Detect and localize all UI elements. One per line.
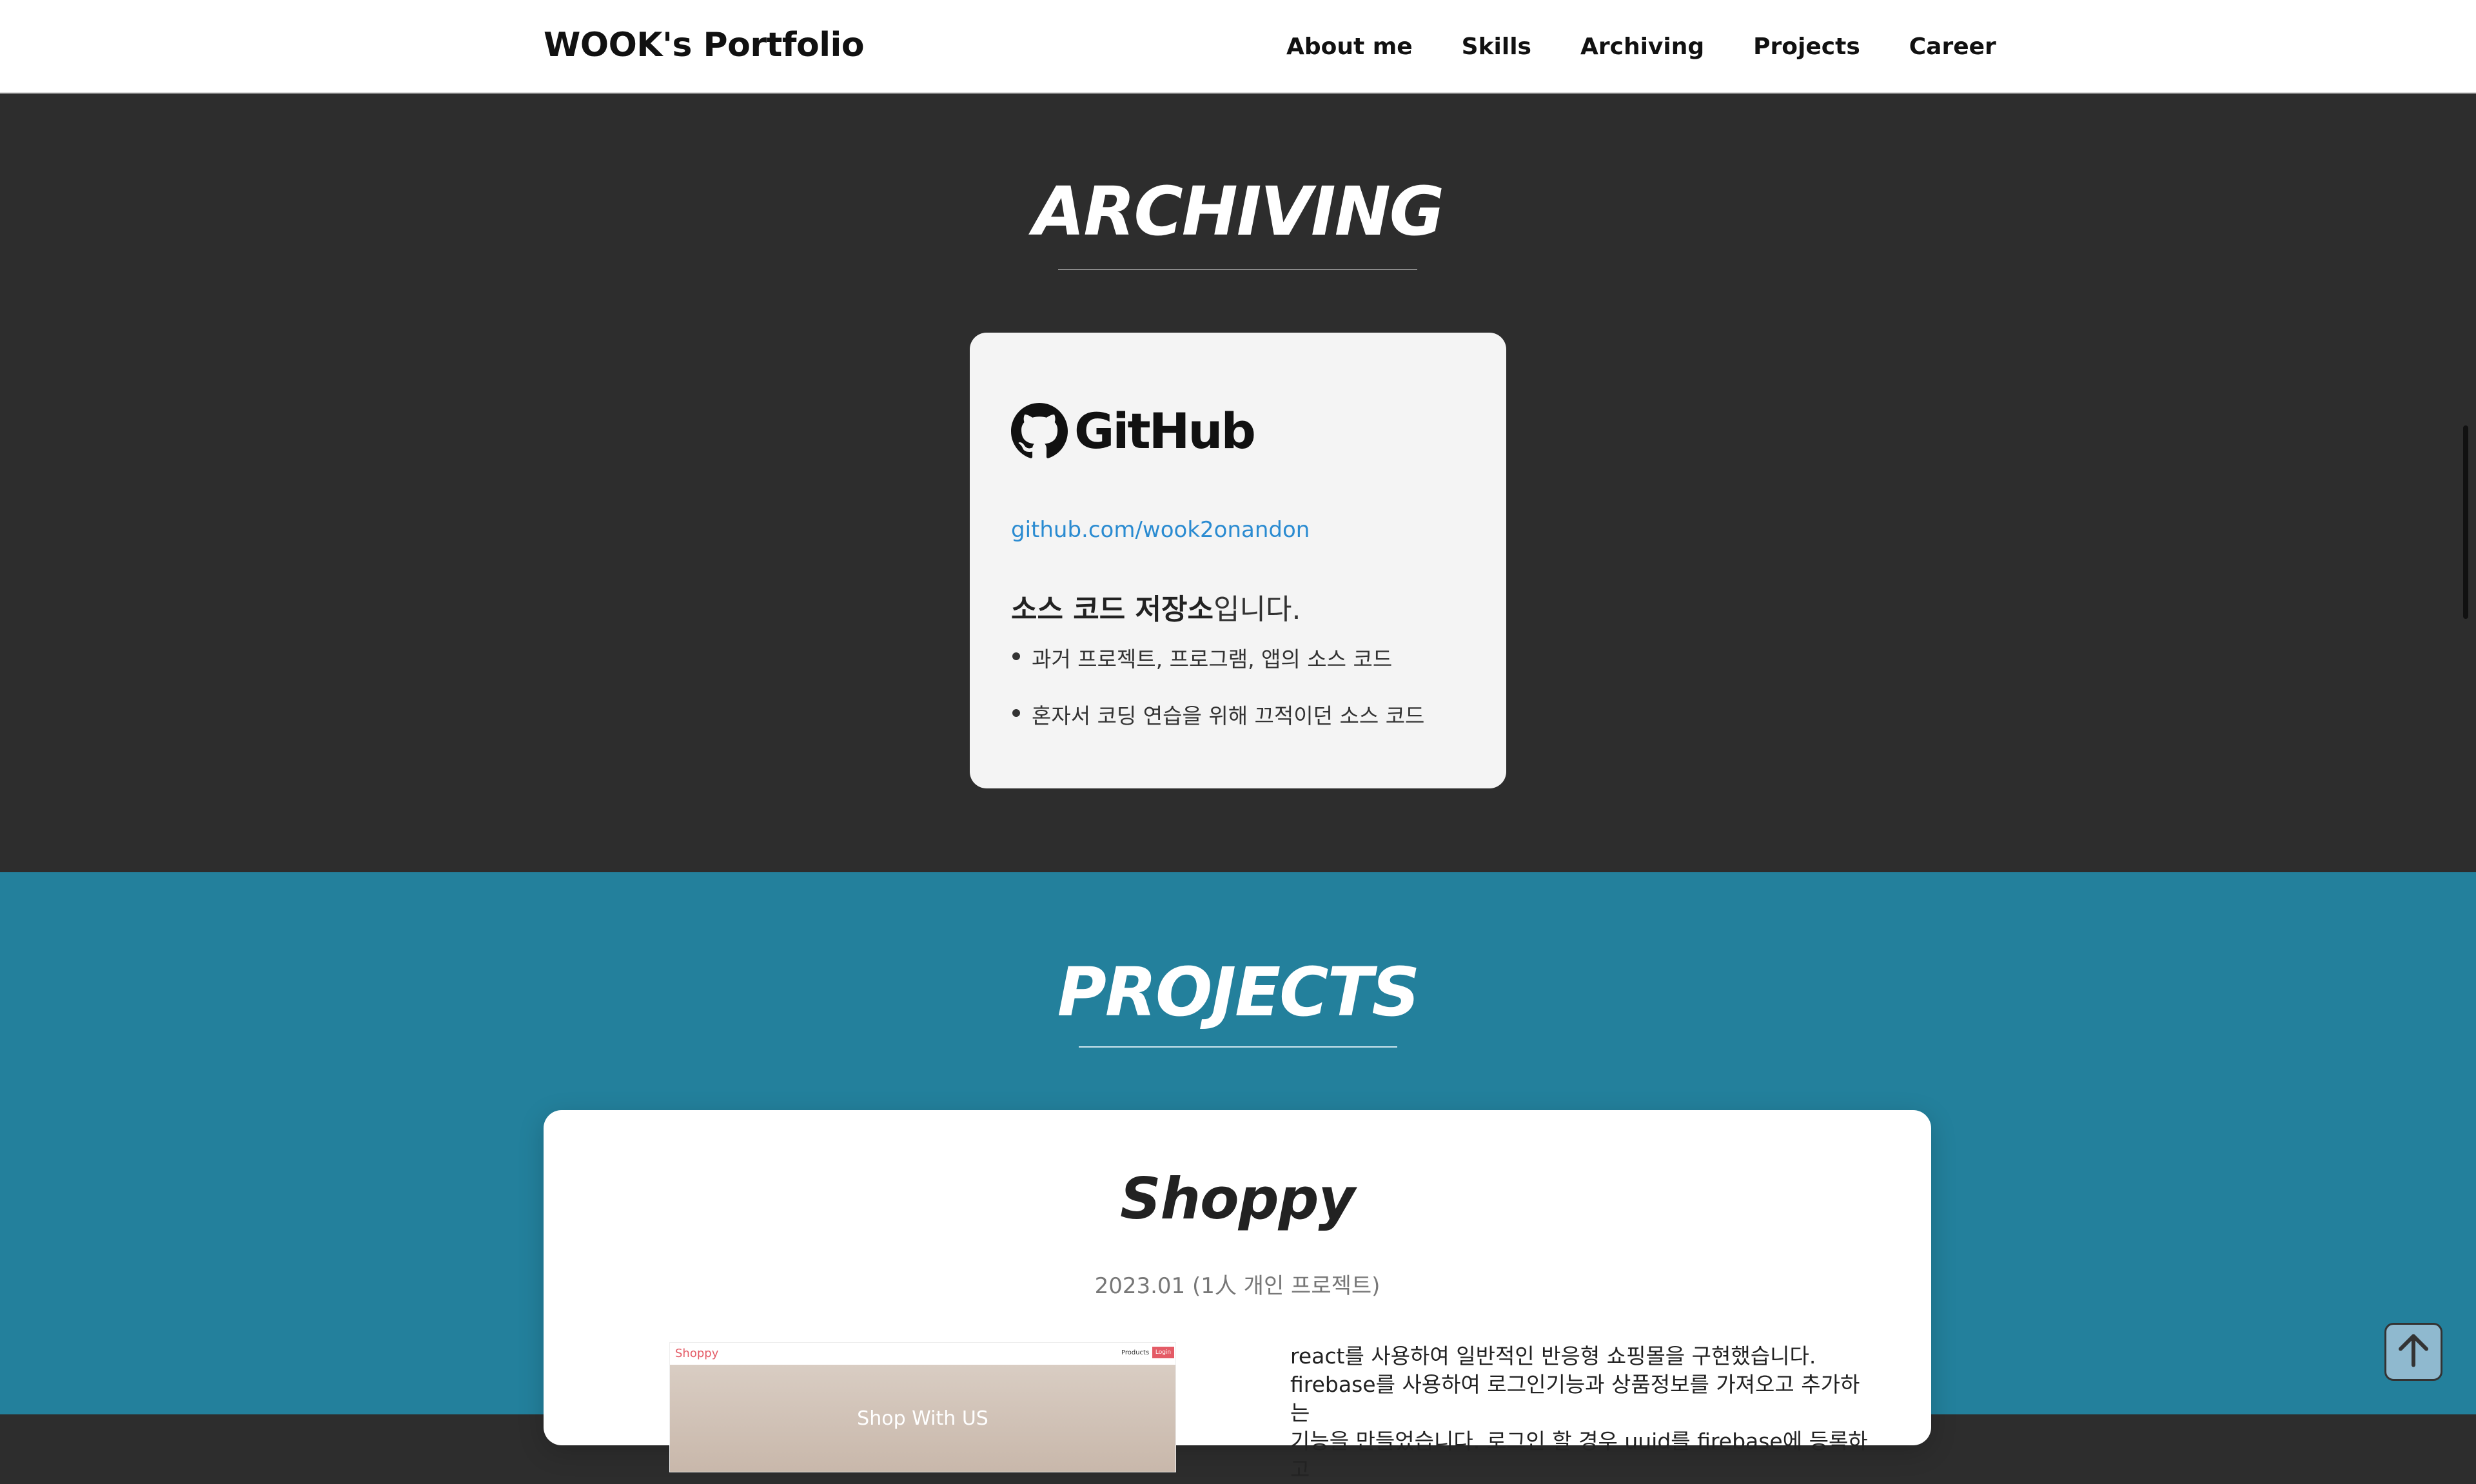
brand-title[interactable]: WOOK's Portfolio (544, 26, 865, 64)
description-line: firebase를 사용하여 로그인기능과 상품정보를 가져오고 추가하는 (1290, 1372, 1860, 1425)
github-link[interactable]: github.com/wook2onandon (1011, 517, 1310, 543)
archiving-title-underline (1058, 269, 1417, 270)
github-wordmark: GitHub (1074, 402, 1256, 460)
github-card: GitHub github.com/wook2onandon 소스 코드 저장소… (970, 333, 1506, 788)
projects-title: PROJECTS (1057, 953, 1420, 1031)
screenshot-logo: Shoppy (675, 1347, 719, 1360)
project-screenshot: Shoppy Products Login Shop With US (669, 1342, 1176, 1472)
list-item: 혼자서 코딩 연습을 위해 끄적이던 소스 코드 (1011, 699, 1424, 730)
project-title: Shoppy (1120, 1166, 1355, 1232)
screenshot-products-link: Products (1121, 1349, 1150, 1356)
page-scrollbar-thumb[interactable] (2463, 425, 2468, 619)
nav-career[interactable]: Career (1909, 34, 1996, 60)
screenshot-login-button: Login (1152, 1347, 1174, 1358)
nav-about-me[interactable]: About me (1286, 34, 1413, 60)
arrow-up-icon (2394, 1331, 2433, 1372)
github-description: 소스 코드 저장소입니다. (1011, 586, 1301, 627)
list-item: 과거 프로젝트, 프로그램, 앱의 소스 코드 (1011, 642, 1424, 673)
github-bullet-list: 과거 프로젝트, 프로그램, 앱의 소스 코드 혼자서 코딩 연습을 위해 끄적… (1011, 642, 1424, 756)
project-card-shoppy: Shoppy 2023.01 (1人 개인 프로젝트) Shoppy Produ… (544, 1110, 1931, 1482)
project-description: react를 사용하여 일반적인 반응형 쇼핑몰을 구현했습니다. fireba… (1290, 1342, 1871, 1484)
projects-title-underline (1079, 1046, 1397, 1048)
screenshot-navbar: Shoppy Products Login (670, 1343, 1175, 1365)
top-navbar: WOOK's Portfolio About me Skills Archivi… (0, 0, 2476, 93)
description-line: react를 사용하여 일반적인 반응형 쇼핑몰을 구현했습니다. (1290, 1343, 1816, 1369)
screenshot-hero: Shop With US (670, 1365, 1175, 1472)
projects-section: PROJECTS Shoppy 2023.01 (1人 개인 프로젝트) Sho… (0, 872, 2476, 1482)
nav-projects[interactable]: Projects (1753, 34, 1860, 60)
github-logo: GitHub (1011, 402, 1256, 460)
scroll-to-top-button[interactable] (2384, 1323, 2442, 1381)
github-description-rest: 입니다. (1213, 593, 1301, 626)
archiving-title: ARCHIVING (1032, 172, 1444, 251)
nav-skills[interactable]: Skills (1462, 34, 1531, 60)
archiving-section: ARCHIVING GitHub github.com/wook2onandon… (0, 93, 2476, 872)
nav-archiving[interactable]: Archiving (1580, 34, 1704, 60)
screenshot-hero-text: Shop With US (857, 1407, 988, 1430)
project-date: 2023.01 (1人 개인 프로젝트) (1094, 1273, 1380, 1299)
main-nav: About me Skills Archiving Projects Caree… (1286, 34, 1996, 60)
github-octocat-icon (1011, 402, 1068, 460)
description-line: 기능을 만들었습니다. 로그인 할 경우 uuid를 firebase에 등록하… (1290, 1429, 1868, 1482)
github-description-bold: 소스 코드 저장소 (1011, 593, 1213, 626)
